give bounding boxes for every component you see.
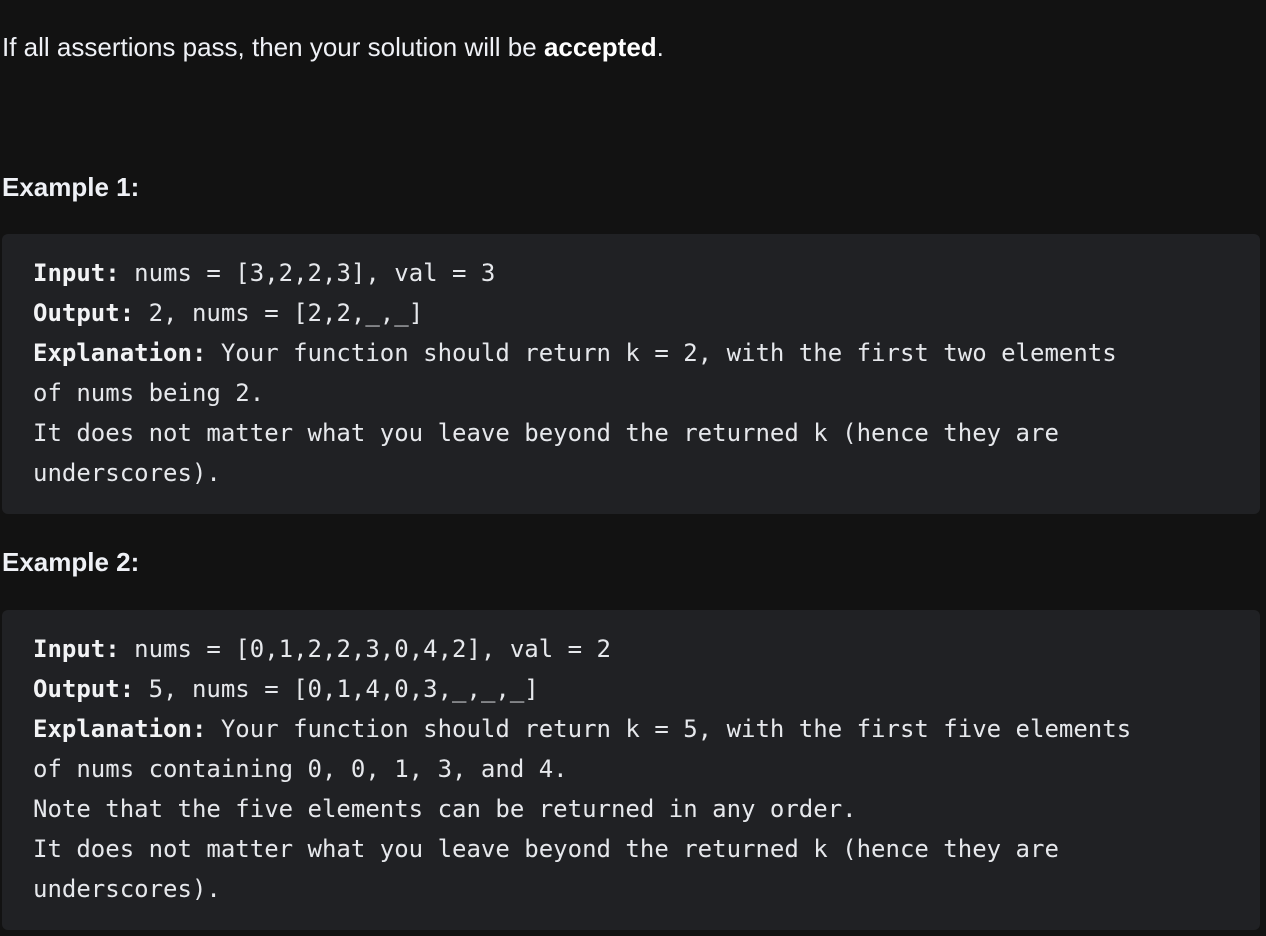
output-label: Output: <box>33 675 135 703</box>
example-2-input-line: Input: nums = [0,1,2,2,3,0,4,2], val = 2 <box>33 629 1260 669</box>
output-label: Output: <box>33 299 135 327</box>
example-2-explanation-line: Explanation: Your function should return… <box>33 709 1260 749</box>
example-2-text-line: Note that the five elements can be retur… <box>33 795 857 823</box>
example-1-output-line: Output: 2, nums = [2,2,_,_] <box>33 293 1260 333</box>
example-2-text-line: of nums containing 0, 0, 1, 3, and 4. <box>33 755 568 783</box>
example-1-explanation-line: Explanation: Your function should return… <box>33 333 1260 373</box>
example-1-text-line: It does not matter what you leave beyond… <box>33 419 1059 447</box>
example-2-heading: Example 2: <box>2 547 140 577</box>
example-1-heading: Example 1: <box>2 172 140 202</box>
example-2-code-block: Input: nums = [0,1,2,2,3,0,4,2], val = 2… <box>2 610 1260 930</box>
output-value: 5, nums = [0,1,4,0,3,_,_,_] <box>134 675 539 703</box>
example-2-output-line: Output: 5, nums = [0,1,4,0,3,_,_,_] <box>33 669 1260 709</box>
example-2-text-line: underscores). <box>33 875 221 903</box>
intro-bold-accepted: accepted <box>543 32 657 62</box>
explanation-label: Explanation: <box>33 715 207 743</box>
explanation-value: Your function should return k = 5, with … <box>206 715 1132 743</box>
example-1-text-line: underscores). <box>33 459 221 487</box>
example-1-code-block: Input: nums = [3,2,2,3], val = 3 Output:… <box>2 234 1260 514</box>
input-value: nums = [0,1,2,2,3,0,4,2], val = 2 <box>119 635 611 663</box>
intro-suffix: . <box>656 32 664 62</box>
output-value: 2, nums = [2,2,_,_] <box>134 299 424 327</box>
input-label: Input: <box>33 635 120 663</box>
explanation-label: Explanation: <box>33 339 207 367</box>
input-value: nums = [3,2,2,3], val = 3 <box>119 259 496 287</box>
input-label: Input: <box>33 259 120 287</box>
example-2-text-line: It does not matter what you leave beyond… <box>33 835 1059 863</box>
intro-text: If all assertions pass, then your soluti… <box>2 32 544 62</box>
example-1-text-line: of nums being 2. <box>33 379 265 407</box>
explanation-value: Your function should return k = 2, with … <box>206 339 1117 367</box>
intro-paragraph: If all assertions pass, then your soluti… <box>2 28 664 66</box>
example-1-input-line: Input: nums = [3,2,2,3], val = 3 <box>33 253 1260 293</box>
